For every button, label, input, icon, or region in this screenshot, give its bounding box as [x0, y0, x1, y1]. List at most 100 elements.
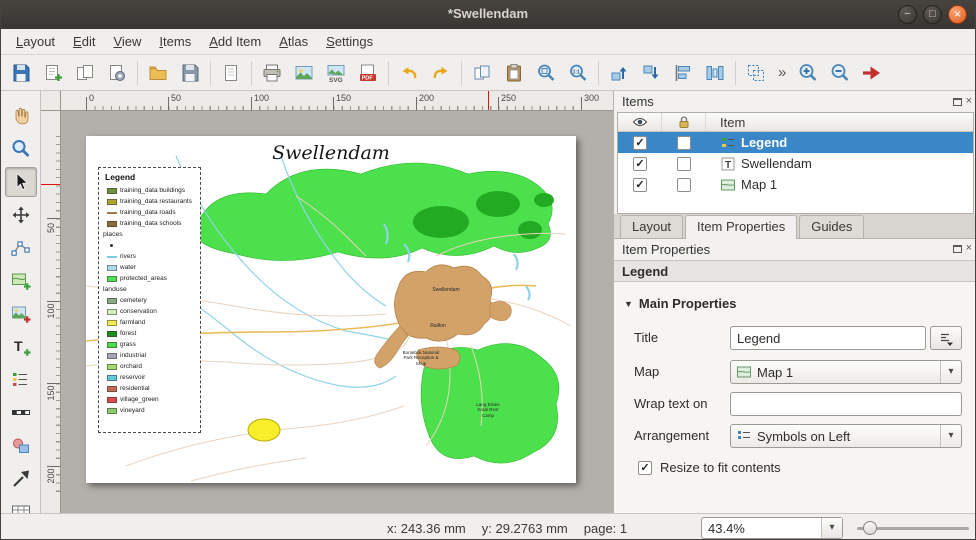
minimize-button[interactable]: −	[898, 5, 917, 24]
toolbar-overflow-chevron[interactable]: »	[772, 64, 792, 81]
edit-nodes-icon	[10, 237, 32, 259]
tab-guides[interactable]: Guides	[799, 215, 864, 238]
visibility-checkbox[interactable]: ✓	[633, 157, 647, 171]
hruler-label: 300	[584, 93, 599, 103]
printer-icon	[261, 62, 283, 84]
dock-tab-bar: Layout Item Properties Guides	[614, 214, 976, 239]
map-label-suburb: Railton	[420, 324, 456, 330]
properties-panel-float-icon[interactable]	[953, 245, 962, 253]
page-icon	[220, 62, 242, 84]
align-items-button[interactable]	[667, 57, 699, 89]
legend-title-input[interactable]	[730, 326, 926, 350]
layout-tools-toolbar: T	[1, 91, 41, 513]
print-button[interactable]	[256, 57, 288, 89]
layout-page[interactable]: Swellendam Railton Bontebok National Par…	[86, 136, 576, 483]
edit-nodes-tool-button[interactable]	[5, 233, 37, 263]
menu-layout[interactable]: Layout	[7, 31, 64, 52]
tab-layout[interactable]: Layout	[620, 215, 683, 238]
zoom-in-button[interactable]	[792, 57, 824, 89]
zoom-tool-button[interactable]	[5, 134, 37, 164]
zoom-slider-handle[interactable]	[863, 521, 877, 535]
lock-checkbox[interactable]	[677, 178, 691, 192]
lock-checkbox[interactable]	[677, 136, 691, 150]
export-image-button[interactable]	[288, 57, 320, 89]
close-button[interactable]: ×	[948, 5, 967, 24]
add-pages-button[interactable]	[215, 57, 247, 89]
zoom-full-button[interactable]	[530, 57, 562, 89]
items-panel-close-icon[interactable]: ×	[966, 96, 972, 107]
redo-button[interactable]	[425, 57, 457, 89]
zoom-out-button[interactable]	[824, 57, 856, 89]
add-map-button[interactable]	[5, 266, 37, 296]
lock-checkbox[interactable]	[677, 157, 691, 171]
chevron-down-icon: ▾	[940, 425, 961, 447]
add-picture-button[interactable]	[5, 299, 37, 329]
map-select[interactable]: Map 1 ▾	[730, 360, 962, 384]
folder-icon	[147, 62, 169, 84]
layout-manager-button[interactable]	[101, 57, 133, 89]
menu-view[interactable]: View	[104, 31, 150, 52]
undo-button[interactable]	[393, 57, 425, 89]
duplicate-layout-button[interactable]	[69, 57, 101, 89]
redo-icon	[430, 62, 452, 84]
items-tree-header: Item	[618, 113, 973, 132]
zoom-level-combo[interactable]: ▾	[701, 517, 843, 539]
load-template-button[interactable]	[142, 57, 174, 89]
items-row-swellendam[interactable]: ✓ TSwellendam	[618, 153, 973, 174]
main-properties-group-header[interactable]: ▼ Main Properties	[624, 296, 736, 311]
paste-button[interactable]	[498, 57, 530, 89]
distribute-items-button[interactable]	[699, 57, 731, 89]
add-scalebar-button[interactable]	[5, 398, 37, 428]
menu-settings[interactable]: Settings	[317, 31, 382, 52]
export-svg-button[interactable]: SVG	[320, 57, 352, 89]
legend-entry: vineyard	[107, 405, 198, 416]
zoom-level-input[interactable]	[702, 518, 821, 538]
items-row-legend[interactable]: ✓ Legend	[618, 132, 973, 153]
menu-items[interactable]: Items	[150, 31, 200, 52]
add-label-button[interactable]: T	[5, 332, 37, 362]
collapse-triangle-icon: ▼	[624, 299, 633, 309]
group-items-button[interactable]	[740, 57, 772, 89]
raise-items-button[interactable]	[603, 57, 635, 89]
title-label-item[interactable]: Swellendam	[86, 142, 576, 164]
arrangement-select[interactable]: Symbols on Left ▾	[730, 424, 962, 448]
items-panel-float-icon[interactable]	[953, 98, 962, 106]
menu-atlas[interactable]: Atlas	[270, 31, 317, 52]
map-label-camp: Lang Elsies Kraal Rest Camp	[474, 402, 502, 418]
svg-export-icon: SVG	[325, 62, 347, 84]
copy-button[interactable]	[466, 57, 498, 89]
atlas-next-button[interactable]	[856, 57, 888, 89]
zoom-slider[interactable]	[857, 517, 969, 539]
group-title: Main Properties	[639, 296, 737, 311]
map-field-label: Map	[634, 364, 659, 379]
menu-add-item[interactable]: Add Item	[200, 31, 270, 52]
wrap-text-input[interactable]	[730, 392, 962, 416]
legend-item[interactable]: Legend training_data buildings training_…	[98, 167, 201, 433]
legend-group: landuse	[103, 284, 198, 295]
lower-items-button[interactable]	[635, 57, 667, 89]
maximize-button[interactable]: □	[923, 5, 942, 24]
resize-to-fit-checkbox[interactable]: ✓	[638, 461, 652, 475]
move-item-content-tool-button[interactable]	[5, 200, 37, 230]
zoom-actual-button[interactable]: 1:1	[562, 57, 594, 89]
menu-edit[interactable]: Edit	[64, 31, 104, 52]
cursor-icon	[10, 171, 32, 193]
pan-tool-button[interactable]	[5, 101, 37, 131]
visibility-checkbox[interactable]: ✓	[633, 178, 647, 192]
tab-item-properties[interactable]: Item Properties	[685, 215, 797, 239]
properties-panel-close-icon[interactable]: ×	[966, 243, 972, 254]
map-select-value: Map 1	[757, 365, 940, 380]
select-move-item-tool-button[interactable]	[5, 167, 37, 197]
add-arrow-button[interactable]	[5, 464, 37, 494]
layout-canvas[interactable]: Swellendam Railton Bontebok National Par…	[61, 111, 613, 513]
items-row-map1[interactable]: ✓ Map 1	[618, 174, 973, 195]
add-shape-button[interactable]	[5, 431, 37, 461]
add-legend-button[interactable]	[5, 365, 37, 395]
new-layout-button[interactable]	[37, 57, 69, 89]
hruler-label: 250	[501, 93, 516, 103]
export-pdf-button[interactable]: PDF	[352, 57, 384, 89]
save-as-template-button[interactable]	[174, 57, 206, 89]
data-defined-override-button[interactable]	[930, 326, 962, 350]
save-project-button[interactable]	[5, 57, 37, 89]
visibility-checkbox[interactable]: ✓	[633, 136, 647, 150]
